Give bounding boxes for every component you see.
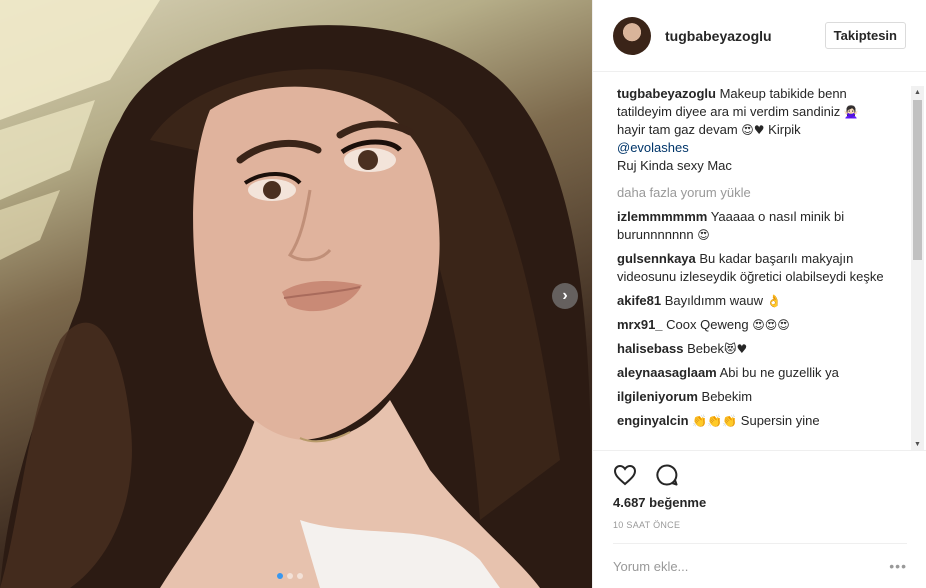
comment-username[interactable]: aleynaasaglaam xyxy=(617,365,717,380)
comment-username[interactable]: mrx91_ xyxy=(617,317,663,332)
next-photo-button[interactable]: › xyxy=(552,283,578,309)
avatar[interactable] xyxy=(613,16,651,55)
comment-emoji: 😍 xyxy=(697,228,710,242)
comment-username[interactable]: halisebass xyxy=(617,341,684,356)
chevron-right-icon: › xyxy=(562,287,568,304)
comment-input[interactable] xyxy=(613,558,873,574)
post-actions: 4.687 beğenme 10 SAAT ÖNCE xyxy=(593,450,926,530)
comment-button[interactable] xyxy=(655,463,679,491)
comment-text: Bebek xyxy=(687,341,724,356)
scrollbar-thumb[interactable] xyxy=(913,100,922,260)
comment-emoji: 👏👏👏 xyxy=(692,414,741,428)
comment-emoji: 😍😍😍 xyxy=(752,318,790,332)
comment-username[interactable]: akife81 xyxy=(617,293,661,308)
post-caption: tugbabeyazoglu Makeup tabikide benn tati… xyxy=(617,85,887,175)
comment-item: ilgileniyorum Bebekim xyxy=(617,388,887,406)
comment-item: izlemmmmmm Yaaaaa o nasıl minik bi burun… xyxy=(617,208,887,244)
heart-icon xyxy=(613,464,637,486)
post-photo[interactable]: › xyxy=(0,0,592,588)
caption-emoji: 🙅🏻‍♀️ xyxy=(843,105,859,119)
comment-text: Supersin yine xyxy=(740,413,820,428)
like-button[interactable] xyxy=(613,463,637,491)
comment-emoji: 😻♥ xyxy=(724,342,748,356)
comment-text: Abi bu ne guzellik ya xyxy=(719,365,839,380)
comment-username[interactable]: ilgileniyorum xyxy=(617,389,698,404)
comment-item: aleynaasaglaam Abi bu ne guzellik ya xyxy=(617,364,887,382)
caption-emoji: 😍♥ xyxy=(741,123,765,137)
likes-count[interactable]: 4.687 beğenme xyxy=(613,495,907,510)
username-link[interactable]: tugbabeyazoglu xyxy=(665,28,772,44)
comment-username[interactable]: izlemmmmmm xyxy=(617,209,707,224)
comment-bubble-icon xyxy=(656,464,678,486)
scroll-up-arrow-icon[interactable]: ▲ xyxy=(911,86,924,98)
post-side-panel: tugbabeyazoglu Takiptesin tugbabeyazoglu… xyxy=(592,0,926,588)
comments-scrollbar[interactable]: ▲ ▼ xyxy=(911,86,924,450)
carousel-dot-active xyxy=(277,573,283,579)
add-comment-bar: ••• xyxy=(613,543,907,588)
comment-text: Bebekim xyxy=(701,389,753,404)
comment-item: gulsennkaya Bu kadar başarılı makyajın v… xyxy=(617,250,887,286)
comment-text: Coox Qeweng xyxy=(666,317,749,332)
carousel-dot xyxy=(287,573,293,579)
caption-text: Ruj Kinda sexy Mac xyxy=(617,158,732,173)
caption-text: hayir tam gaz devam xyxy=(617,122,742,137)
comment-item: mrx91_ Coox Qeweng 😍😍😍 xyxy=(617,316,887,334)
post-header: tugbabeyazoglu Takiptesin xyxy=(593,0,926,72)
comment-username[interactable]: enginyalcin xyxy=(617,413,689,428)
more-options-button[interactable]: ••• xyxy=(889,558,907,574)
scroll-down-arrow-icon[interactable]: ▼ xyxy=(911,438,924,450)
carousel-indicator xyxy=(277,573,303,579)
mention-link[interactable]: @evolashes xyxy=(617,140,689,155)
load-more-comments-button[interactable]: daha fazla yorum yükle xyxy=(617,184,887,202)
portrait-illustration xyxy=(0,0,592,588)
comment-item: enginyalcin 👏👏👏 Supersin yine xyxy=(617,412,887,430)
post-dialog: › tugbabeyazoglu Takiptesin tugbabeyazog… xyxy=(0,0,926,588)
comment-username[interactable]: gulsennkaya xyxy=(617,251,696,266)
carousel-dot xyxy=(297,573,303,579)
comment-item: akife81 Bayıldımm wauw 👌 xyxy=(617,292,887,310)
caption-text: Kirpik xyxy=(764,122,801,137)
comment-emoji: 👌 xyxy=(766,294,782,308)
comments-list[interactable]: tugbabeyazoglu Makeup tabikide benn tati… xyxy=(593,72,926,450)
comment-item: halisebass Bebek😻♥ xyxy=(617,340,887,358)
caption-username[interactable]: tugbabeyazoglu xyxy=(617,86,716,101)
comment-text: Bayıldımm wauw xyxy=(664,293,763,308)
post-timestamp: 10 SAAT ÖNCE xyxy=(613,520,681,530)
following-button[interactable]: Takiptesin xyxy=(824,22,906,49)
